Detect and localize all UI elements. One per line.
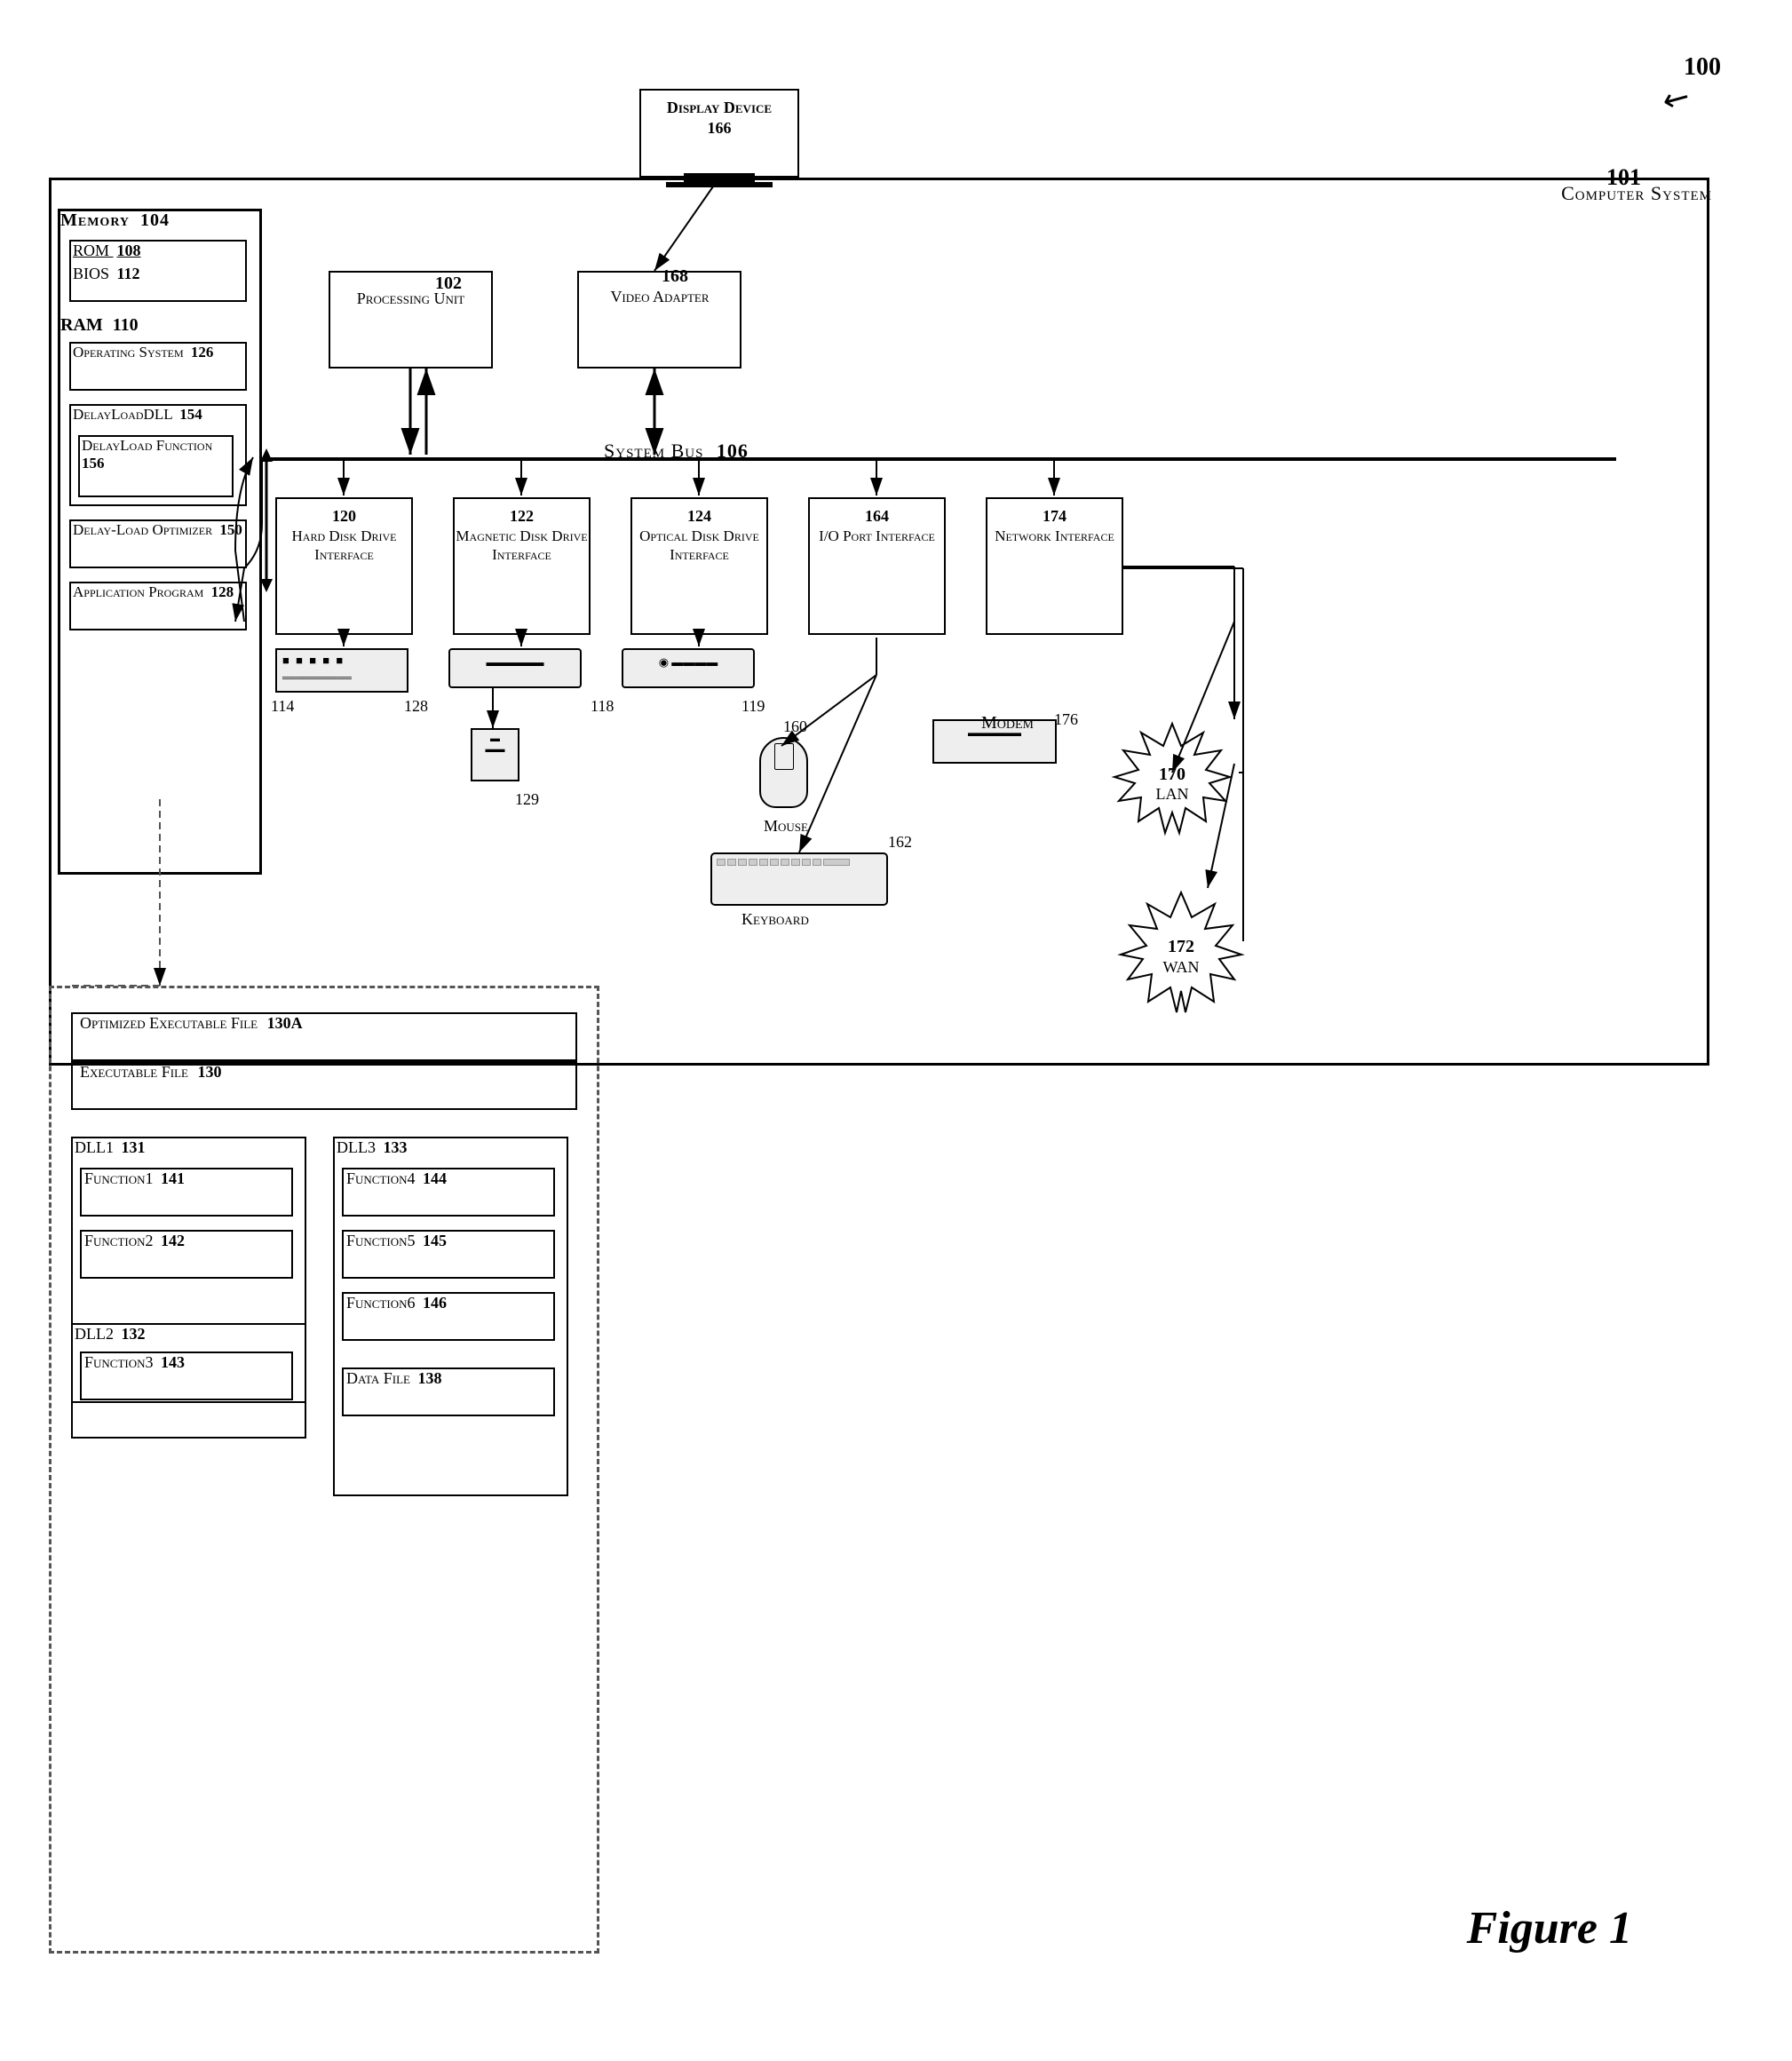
dll3-label: DLL3 133 (337, 1138, 408, 1157)
fn2-label: Function2 142 (84, 1232, 185, 1250)
diagram-container: 100 ↙ 101 Computer System Memory 104 ROM… (0, 0, 1792, 2061)
mouse-number: 160 (783, 717, 807, 736)
ref-100: 100 (1684, 53, 1721, 82)
dlo-label: Delay-Load Optimizer 150 (73, 521, 242, 539)
fn6-label: Function6 146 (346, 1294, 447, 1312)
system-bus-label: System Bus 106 (604, 440, 749, 463)
processing-unit-box (329, 271, 493, 369)
odd-drive-icon: ◉ ▬▬▬▬ (622, 648, 755, 688)
keyboard-label: Keyboard (741, 910, 809, 929)
keyboard-icon (710, 852, 888, 906)
memory-text: Memory (60, 210, 130, 230)
display-box: Display Device 166 (639, 89, 799, 178)
svg-text:172: 172 (1168, 937, 1194, 956)
computer-system-label: Computer System (1561, 182, 1712, 205)
lan-starburst-icon: 170 LAN (1110, 719, 1234, 844)
odd-drive-number: 118 (591, 697, 614, 716)
odd-interface-box: 124 Optical Disk Drive Interface (630, 497, 768, 635)
va-number: 168 (662, 266, 688, 287)
floppy-number: 129 (515, 790, 539, 809)
ef-label: Executable File 130 (80, 1063, 221, 1082)
keyboard-number: 162 (888, 833, 912, 852)
display-label: Display Device 166 (641, 91, 797, 139)
system-bus-line (266, 457, 1616, 461)
fn4-label: Function4 144 (346, 1169, 447, 1188)
floppy-icon: ▬▬▬ (471, 728, 519, 781)
hdd-drive-number: 114 (271, 697, 294, 716)
dll2-label: DLL2 132 (75, 1325, 146, 1344)
video-adapter-box (577, 271, 741, 369)
monitor-base-icon (666, 182, 773, 187)
df-label: Data File 138 (346, 1369, 441, 1388)
arrow-100-icon: ↙ (1655, 75, 1697, 121)
dll1-label: DLL1 131 (75, 1138, 146, 1157)
va-label: Video Adapter (584, 287, 735, 307)
hdd-interface-box: 120 Hard Disk Drive Interface (275, 497, 413, 635)
ram-label: RAM 110 (60, 315, 139, 336)
modem-label: Modem (981, 713, 1034, 733)
mdd-interface-box: 122 Magnetic Disk Drive Interface (453, 497, 591, 635)
os-label: Operating System 126 (73, 344, 213, 361)
figure-label: Figure 1 (1467, 1902, 1632, 1954)
hdd-drive-icon: ■ ■ ■ ■ ■ ══════════ (275, 648, 408, 693)
svg-text:WAN: WAN (1163, 958, 1200, 976)
memory-number: 104 (140, 210, 170, 230)
fn3-label: Function3 143 (84, 1353, 185, 1372)
fn1-label: Function1 141 (84, 1169, 185, 1188)
mouse-label: Mouse (746, 817, 826, 836)
memory-label: Memory 104 (60, 210, 170, 231)
svg-text:LAN: LAN (1156, 785, 1189, 803)
mdd-drive-icon: ▬▬▬▬▬ (448, 648, 582, 688)
bios-label: BIOS 112 (73, 265, 140, 283)
rom-label: ROM 108 (73, 242, 141, 260)
mouse-icon (759, 737, 808, 808)
svg-text:170: 170 (1159, 765, 1185, 784)
io-interface-box: 164 I/O Port Interface (808, 497, 946, 635)
delayloaddll-label: DelayLoadDLL 154 (73, 406, 202, 424)
app-label: Application Program 128 (73, 583, 234, 601)
odd-drive-number2: 119 (741, 697, 765, 716)
net-interface-box: 174 Network Interface (986, 497, 1123, 635)
oef-label: Optimized Executable File 130A (80, 1014, 303, 1033)
pu-label: Processing Unit (337, 289, 484, 309)
mdd-drive-number: 128 (404, 697, 428, 716)
modem-number: 176 (1054, 710, 1078, 729)
fn5-label: Function5 145 (346, 1232, 447, 1250)
delayloadfn-label: DelayLoad Function 156 (82, 437, 212, 472)
wan-starburst-icon: 172 WAN (1114, 888, 1248, 1021)
